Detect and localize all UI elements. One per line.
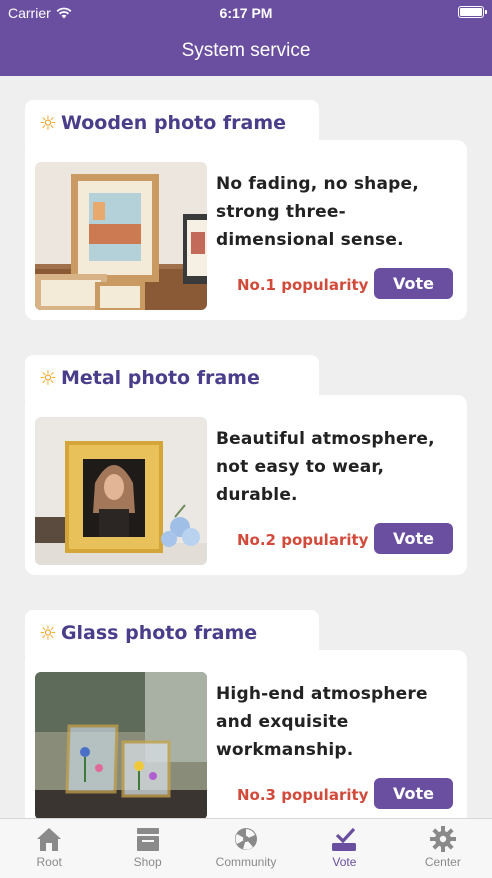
tab-label: Community (215, 855, 277, 869)
tab-root[interactable]: Root (0, 819, 98, 878)
metal-frame-photo (35, 417, 207, 565)
section-title: Wooden photo frame (60, 112, 287, 134)
service-card: No fading, no shape, strong three-dimens… (25, 140, 467, 320)
tab-label: Shop (133, 855, 162, 869)
tab-label: Vote (332, 855, 357, 869)
section-title: Glass photo frame (60, 622, 258, 644)
status-time: 6:17 PM (219, 5, 273, 21)
tab-center[interactable]: Center (394, 819, 492, 878)
section-title: Metal photo frame (60, 367, 260, 389)
popularity-label: No.3 popularity (237, 786, 369, 804)
tab-label: Root (36, 855, 62, 869)
gear-icon (429, 826, 456, 852)
tab-bar: Root Shop Community Vote Center (0, 818, 492, 878)
vote-button[interactable]: Vote (374, 268, 453, 299)
home-icon (37, 828, 62, 851)
popularity-label: No.1 popularity (237, 276, 369, 294)
vote-button[interactable]: Vote (374, 778, 453, 809)
popularity-label: No.2 popularity (237, 531, 369, 549)
status-bar: Carrier 6:17 PM (0, 0, 492, 26)
service-list[interactable]: ☼ Wooden photo frame No fading, no shape… (0, 76, 492, 818)
tab-community[interactable]: Community (197, 819, 295, 878)
sun-icon: ☼ (39, 366, 57, 390)
battery-icon (458, 6, 487, 18)
sun-icon: ☼ (39, 111, 57, 135)
service-card: Beautiful atmosphere, not easy to wear, … (25, 395, 467, 575)
nav-title: System service (0, 26, 492, 76)
service-description: High-end atmosphere and exquisite workma… (216, 684, 428, 760)
tab-shop[interactable]: Shop (98, 819, 196, 878)
tab-label: Center (424, 855, 461, 869)
service-description: No fading, no shape, strong three-dimens… (216, 174, 419, 250)
service-description: Beautiful atmosphere, not easy to wear, … (216, 429, 435, 505)
tab-vote[interactable]: Vote (295, 819, 393, 878)
community-icon (235, 828, 258, 850)
sun-icon: ☼ (39, 621, 57, 645)
vote-button[interactable]: Vote (374, 523, 453, 554)
service-card: High-end atmosphere and exquisite workma… (25, 650, 467, 818)
shop-icon (136, 828, 159, 851)
vote-icon (332, 827, 357, 851)
glass-frame-photo (35, 672, 207, 818)
wooden-frame-photo (35, 162, 207, 310)
